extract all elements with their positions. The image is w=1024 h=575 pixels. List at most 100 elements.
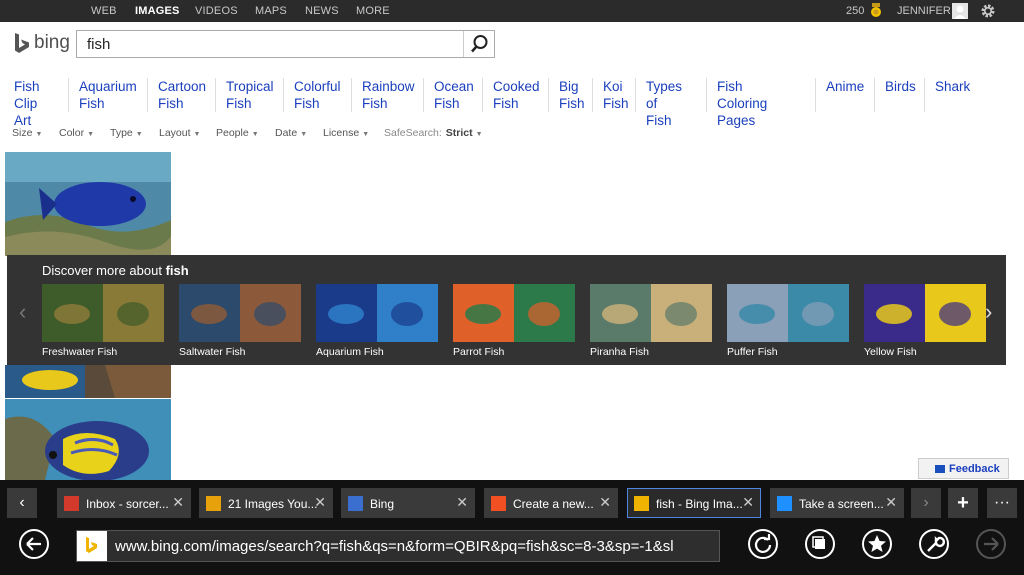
discover-item-label: Piranha Fish — [590, 346, 649, 358]
nav-videos[interactable]: VIDEOS — [195, 5, 238, 17]
related-item[interactable]: Fish Coloring Pages — [717, 78, 767, 129]
nav-maps[interactable]: MAPS — [255, 5, 287, 17]
related-item[interactable]: Cartoon Fish — [158, 78, 206, 112]
rewards-points[interactable]: 250 — [846, 5, 864, 17]
browser-tab[interactable]: Create a new... ✕ — [484, 488, 618, 518]
result-image[interactable] — [5, 399, 171, 480]
divider — [592, 78, 593, 112]
bing-logo-text[interactable]: bing — [34, 32, 70, 54]
discover-thumbnail — [727, 284, 849, 342]
related-item[interactable]: Anime — [826, 78, 864, 95]
related-item[interactable]: Koi Fish — [603, 78, 629, 112]
nav-news[interactable]: NEWS — [305, 5, 339, 17]
discover-prev-arrow-icon[interactable]: ‹ — [19, 299, 26, 325]
divider — [548, 78, 549, 112]
discover-item[interactable]: Piranha Fish — [590, 284, 712, 358]
discover-item[interactable]: Puffer Fish — [727, 284, 849, 358]
discover-panel: Discover more about fish ‹ › Freshwater … — [7, 255, 1006, 365]
filter-layout[interactable]: Layout ▼ — [159, 127, 200, 139]
forward-button[interactable] — [976, 529, 1006, 559]
back-button[interactable] — [19, 529, 49, 559]
discover-thumbnail — [453, 284, 575, 342]
filter-color[interactable]: Color ▼ — [59, 127, 94, 139]
related-item[interactable]: Fish Clip Art — [14, 78, 40, 129]
related-item[interactable]: Rainbow Fish — [362, 78, 415, 112]
windows-icon — [491, 496, 506, 511]
result-image[interactable] — [5, 152, 171, 256]
discover-item[interactable]: Yellow Fish — [864, 284, 986, 358]
result-image[interactable] — [5, 365, 171, 398]
browser-tab[interactable]: fish - Bing Ima... ✕ — [627, 488, 761, 518]
close-tab-icon[interactable]: ✕ — [172, 494, 184, 511]
discover-item[interactable]: Saltwater Fish — [179, 284, 301, 358]
divider — [815, 78, 816, 112]
discover-item-label: Parrot Fish — [453, 346, 505, 358]
filter-type[interactable]: Type ▼ — [110, 127, 143, 139]
browser-tab[interactable]: 21 Images You... ✕ — [199, 488, 333, 518]
divider — [215, 78, 216, 112]
new-tab-button[interactable]: + — [948, 488, 978, 518]
discover-item[interactable]: Freshwater Fish — [42, 284, 164, 358]
close-tab-icon[interactable]: ✕ — [314, 494, 326, 511]
safesearch-filter[interactable]: SafeSearch: Strict ▼ — [384, 127, 483, 139]
discover-item-label: Puffer Fish — [727, 346, 778, 358]
related-item[interactable]: Birds — [885, 78, 916, 95]
related-item[interactable]: Aquarium Fish — [79, 78, 137, 112]
browser-tab[interactable]: Take a screen... ✕ — [770, 488, 904, 518]
discover-item[interactable]: Parrot Fish — [453, 284, 575, 358]
favorites-button[interactable] — [862, 529, 892, 559]
pin-tabs-button[interactable] — [805, 529, 835, 559]
tabs-scroll-left-button[interactable]: ‹ — [7, 488, 37, 518]
feedback-button[interactable]: Feedback — [918, 458, 1009, 479]
related-item[interactable]: Colorful Fish — [294, 78, 341, 112]
close-tab-icon[interactable]: ✕ — [742, 494, 754, 511]
settings-gear-icon[interactable] — [980, 3, 996, 19]
related-item[interactable]: Shark — [935, 78, 970, 95]
tabs-scroll-right-button[interactable]: › — [911, 488, 941, 518]
related-item[interactable]: Ocean Fish — [434, 78, 474, 112]
search-box[interactable] — [76, 30, 495, 58]
related-item[interactable]: Cooked Fish — [493, 78, 540, 112]
avatar[interactable] — [952, 3, 968, 19]
browser-tab[interactable]: Inbox - sorcer... ✕ — [57, 488, 191, 518]
search-button[interactable] — [463, 31, 494, 57]
nav-web[interactable]: WEB — [91, 5, 117, 17]
bing-logo-icon[interactable] — [12, 32, 32, 56]
filter-people[interactable]: People ▼ — [216, 127, 259, 139]
filter-license[interactable]: License ▼ — [323, 127, 369, 139]
feedback-icon — [935, 465, 945, 473]
rewards-medal-icon[interactable] — [870, 3, 882, 18]
page-tools-button[interactable] — [919, 529, 949, 559]
filter-date[interactable]: Date ▼ — [275, 127, 307, 139]
user-name[interactable]: JENNIFER — [897, 5, 951, 17]
address-bar[interactable]: www.bing.com/images/search?q=fish&qs=n&f… — [76, 530, 720, 562]
discover-thumbnail — [316, 284, 438, 342]
filter-size[interactable]: Size ▼ — [12, 127, 42, 139]
forward-arrow-icon — [984, 537, 999, 551]
discover-next-arrow-icon[interactable]: › — [985, 299, 992, 325]
nav-images[interactable]: IMAGES — [135, 5, 180, 17]
tab-options-button[interactable]: ··· — [987, 488, 1017, 518]
close-tab-icon[interactable]: ✕ — [885, 494, 897, 511]
discover-item-label: Saltwater Fish — [179, 346, 246, 358]
close-tab-icon[interactable]: ✕ — [599, 494, 611, 511]
divider — [482, 78, 483, 112]
related-item[interactable]: Tropical Fish — [226, 78, 274, 112]
divider — [351, 78, 352, 112]
wrench-icon — [927, 536, 946, 552]
discover-item[interactable]: Aquarium Fish — [316, 284, 438, 358]
gmail-icon — [64, 496, 79, 511]
divider — [68, 78, 69, 112]
nav-more[interactable]: MORE — [356, 5, 390, 17]
divider — [706, 78, 707, 112]
close-tab-icon[interactable]: ✕ — [456, 494, 468, 511]
back-arrow-icon — [26, 537, 41, 551]
search-input[interactable] — [87, 35, 457, 53]
discover-thumbnail — [42, 284, 164, 342]
refresh-button[interactable] — [748, 529, 778, 559]
related-item[interactable]: Types of Fish — [646, 78, 682, 129]
related-item[interactable]: Big Fish — [559, 78, 585, 112]
tab-title: Inbox - sorcer... — [86, 497, 169, 511]
url-text[interactable]: www.bing.com/images/search?q=fish&qs=n&f… — [115, 538, 715, 555]
browser-tab[interactable]: Bing ✕ — [341, 488, 475, 518]
